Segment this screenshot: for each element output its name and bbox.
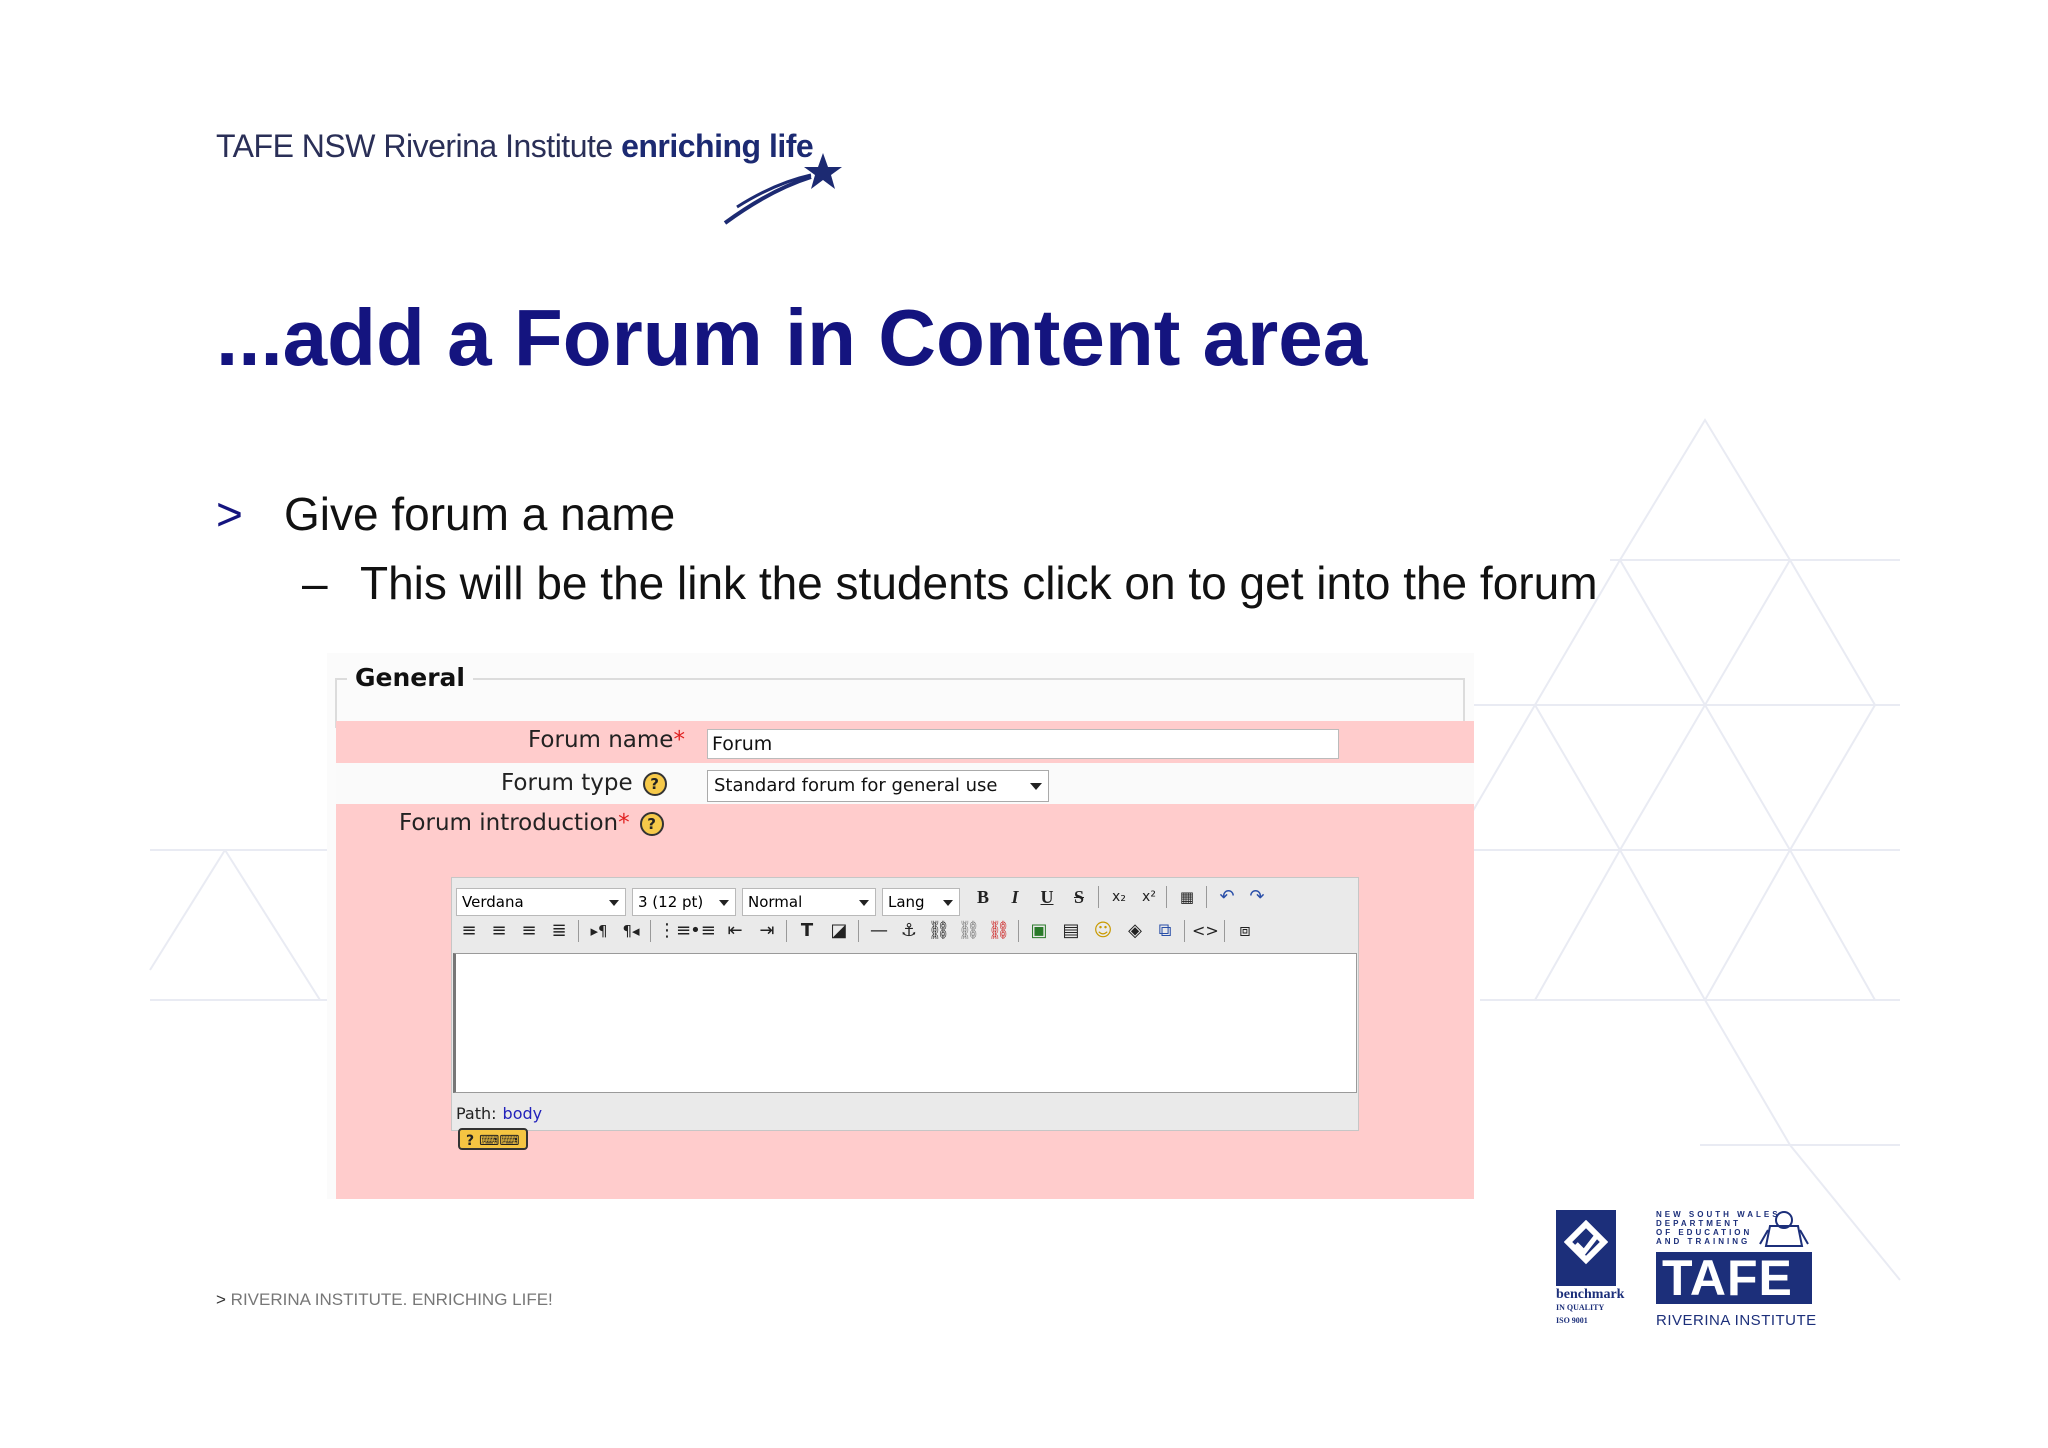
anchor-icon[interactable]: ⚓ [896, 918, 922, 944]
forum-intro-label: Forum introduction*? [399, 810, 664, 836]
undo-icon[interactable]: ↶ [1214, 884, 1240, 910]
bold-icon[interactable]: B [970, 884, 996, 910]
toolbar-separator [1166, 886, 1167, 908]
unlink-icon[interactable]: ⛓ [956, 918, 982, 944]
benchmark-name: benchmark [1556, 1287, 1625, 1302]
ltr-icon[interactable]: ▸¶ [586, 918, 612, 944]
align-right-icon[interactable]: ≡ [516, 918, 542, 944]
fieldset-legend: General [347, 663, 473, 692]
align-center-icon[interactable]: ≡ [486, 918, 512, 944]
paste-word-icon[interactable]: ▦ [1174, 884, 1200, 910]
editor-content-area[interactable] [453, 953, 1357, 1093]
language-value: Lang [888, 893, 925, 911]
indent-icon[interactable]: ⇥ [754, 918, 780, 944]
ordered-list-icon[interactable]: ⋮≡ [658, 918, 691, 944]
benchmark-text: benchmark IN QUALITY ISO 9001 [1556, 1288, 1624, 1327]
help-glyph: ? [466, 1133, 475, 1149]
editor-path-bar: Path: body [456, 1104, 542, 1123]
bullet-marker: > [216, 488, 243, 540]
bullet-level-1: > Give forum a name [216, 487, 675, 541]
toolbar-separator [578, 920, 579, 942]
help-icon[interactable]: ? [639, 811, 664, 836]
forum-type-label: Forum type? [501, 770, 667, 796]
language-select[interactable]: Lang [882, 888, 960, 916]
help-icon[interactable]: ? [642, 771, 667, 796]
footer-marker: > [216, 1290, 226, 1309]
toolbar-separator [786, 920, 787, 942]
html-source-icon[interactable]: <> [1192, 918, 1219, 944]
format-select[interactable]: Normal [742, 888, 876, 916]
toolbar-separator [650, 920, 651, 942]
shooting-star-icon [723, 153, 842, 225]
smiley-icon[interactable]: ☺ [1090, 918, 1116, 944]
keyboard-shortcuts-button[interactable]: ? ⌨⌨ [458, 1128, 528, 1150]
forum-settings-form: General Forum name* Forum Forum type? St… [327, 653, 1474, 1199]
chevron-down-icon [609, 900, 619, 906]
chevron-down-icon [719, 900, 729, 906]
benchmark-sub2: ISO 9001 [1556, 1316, 1588, 1325]
rtl-icon[interactable]: ¶◂ [618, 918, 644, 944]
page-title: ...add a Forum in Content area [216, 293, 1368, 382]
justify-icon[interactable]: ≣ [546, 918, 572, 944]
outdent-icon[interactable]: ⇤ [722, 918, 748, 944]
forum-type-select[interactable]: Standard forum for general use [707, 770, 1049, 802]
fieldset-border [335, 678, 1465, 680]
insert-image-icon[interactable]: ▣ [1026, 918, 1052, 944]
tafe-logo: TAFE [1656, 1252, 1812, 1304]
toolbar-separator [1184, 920, 1185, 942]
underline-icon[interactable]: U [1034, 884, 1060, 910]
align-left-icon[interactable]: ≡ [456, 918, 482, 944]
special-char-icon[interactable]: ◈ [1122, 918, 1148, 944]
redo-icon[interactable]: ↷ [1244, 884, 1270, 910]
benchmark-check-icon [1564, 1220, 1608, 1265]
chevron-down-icon [943, 900, 953, 906]
font-family-value: Verdana [462, 893, 524, 911]
horizontal-rule-icon[interactable]: — [866, 918, 892, 944]
nolink-icon[interactable]: ⛓ [986, 918, 1012, 944]
chevron-down-icon [859, 900, 869, 906]
bullet-text: This will be the link the students click… [360, 557, 1598, 609]
font-size-value: 3 (12 pt) [638, 893, 704, 911]
benchmark-sub1: IN QUALITY [1556, 1303, 1605, 1312]
format-value: Normal [748, 893, 803, 911]
required-marker: * [618, 810, 630, 836]
bullet-text: Give forum a name [284, 488, 676, 540]
required-marker: * [673, 727, 685, 753]
footer-text: RIVERINA INSTITUTE. ENRICHING LIFE! [230, 1290, 553, 1309]
subscript-icon[interactable]: x₂ [1106, 884, 1132, 910]
italic-icon[interactable]: I [1002, 884, 1028, 910]
nsw-crest-icon [1759, 1211, 1809, 1247]
forum-name-input[interactable]: Forum [707, 729, 1339, 759]
fullscreen-icon[interactable]: ⧈ [1232, 918, 1258, 944]
insert-table-icon[interactable]: ▤ [1058, 918, 1084, 944]
forum-type-select-value: Standard forum for general use [714, 775, 998, 796]
path-label: Path: [456, 1104, 497, 1123]
bullet-level-2: – This will be the link the students clic… [302, 556, 1598, 610]
superscript-icon[interactable]: x² [1136, 884, 1162, 910]
strikethrough-icon[interactable]: S [1066, 884, 1092, 910]
chevron-down-icon [1030, 783, 1042, 790]
bullet-marker: – [302, 557, 328, 609]
benchmark-logo [1556, 1210, 1618, 1292]
background-color-icon[interactable]: ◪ [826, 918, 852, 944]
font-size-select[interactable]: 3 (12 pt) [632, 888, 736, 916]
toolbar-separator [1018, 920, 1019, 942]
forum-name-label: Forum name* [528, 727, 685, 753]
unordered-list-icon[interactable]: •≡ [690, 918, 716, 944]
toolbar-separator [1206, 886, 1207, 908]
path-body-link[interactable]: body [503, 1104, 543, 1123]
toolbar-separator [1098, 886, 1099, 908]
riverina-institute-text: RIVERINA INSTITUTE [1656, 1312, 1817, 1329]
search-replace-icon[interactable]: ⧉ [1152, 918, 1178, 944]
toolbar-separator [858, 920, 859, 942]
link-icon[interactable]: ⛓ [926, 918, 952, 944]
font-family-select[interactable]: Verdana [456, 888, 626, 916]
footer-tagline: > RIVERINA INSTITUTE. ENRICHING LIFE! [216, 1290, 553, 1310]
html-editor: Verdana 3 (12 pt) Normal Lang B I U S x₂… [451, 877, 1359, 1131]
toolbar-separator [1224, 920, 1225, 942]
text-color-icon[interactable]: T [794, 918, 820, 944]
